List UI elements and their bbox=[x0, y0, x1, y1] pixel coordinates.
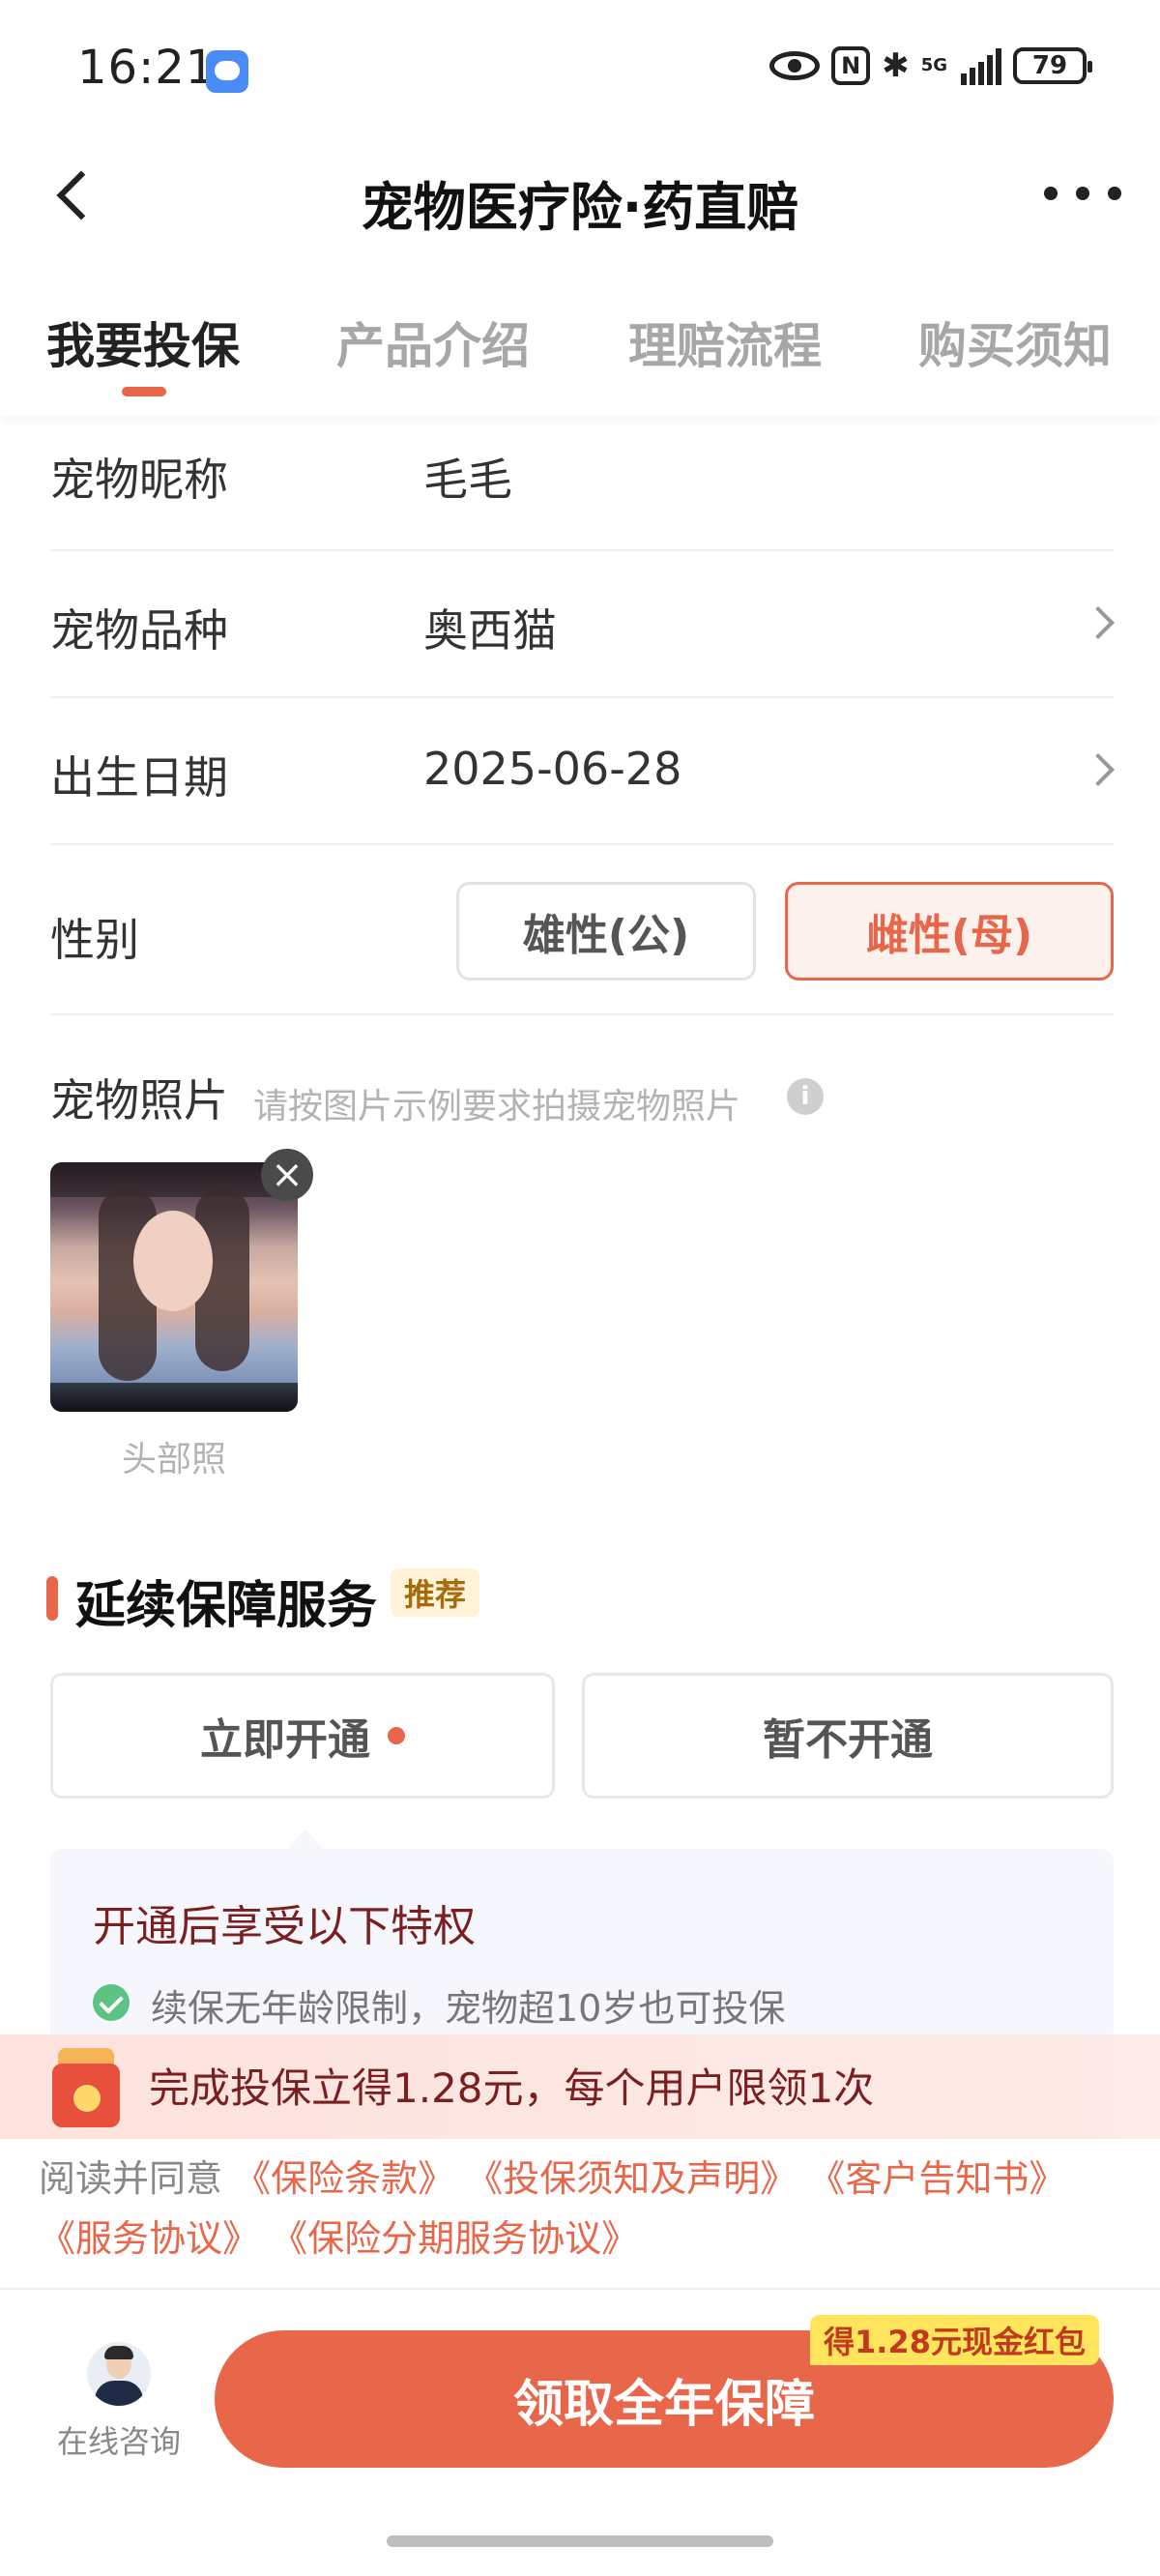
online-consult-button[interactable]: 在线咨询 bbox=[48, 2342, 189, 2460]
benefits-title: 开通后享受以下特权 bbox=[93, 1902, 476, 1951]
agreement-prefix: 阅读并同意 bbox=[39, 2157, 223, 2200]
cash-reward-badge: 得1.28元现金红包 bbox=[810, 2315, 1099, 2365]
bottom-divider bbox=[0, 2288, 1160, 2290]
more-options-button[interactable] bbox=[1044, 174, 1121, 213]
enable-renewal-button[interactable]: 立即开通 bbox=[50, 1673, 555, 1799]
reward-text: 完成投保立得1.28元，每个用户限领1次 bbox=[149, 2064, 875, 2112]
nickname-row[interactable]: 宠物昵称 毛毛 bbox=[50, 416, 1114, 551]
recommend-dot-icon bbox=[388, 1727, 405, 1744]
enable-renewal-label: 立即开通 bbox=[200, 1715, 370, 1765]
tab-product-intro[interactable]: 产品介绍 bbox=[336, 307, 530, 377]
pet-photo-thumbnail[interactable] bbox=[50, 1162, 298, 1412]
chevron-right-icon bbox=[1082, 753, 1115, 786]
bluetooth-icon: ✱ bbox=[882, 46, 910, 85]
status-time: 16:21 bbox=[77, 41, 217, 95]
link-insurance-notice[interactable]: 《投保须知及声明》 bbox=[466, 2157, 797, 2200]
chevron-right-icon bbox=[1082, 606, 1115, 639]
red-envelope-icon bbox=[44, 2042, 130, 2131]
link-service-agreement[interactable]: 《服务协议》 bbox=[39, 2217, 259, 2260]
page-title: 宠物医疗险·药直赔 bbox=[361, 177, 799, 238]
agreement-text: 阅读并同意 《保险条款》 《投保须知及声明》 《客户告知书》 《服务协议》 《保… bbox=[39, 2149, 1131, 2269]
info-icon[interactable]: i bbox=[787, 1078, 824, 1115]
message-notification-icon bbox=[206, 50, 248, 93]
breed-label: 宠物品种 bbox=[50, 604, 228, 657]
tab-insure[interactable]: 我要投保 bbox=[46, 307, 240, 377]
check-circle-icon bbox=[93, 1984, 130, 2021]
photo-caption: 头部照 bbox=[121, 1440, 226, 1479]
link-insurance-terms[interactable]: 《保险条款》 bbox=[234, 2157, 454, 2200]
gender-male-option[interactable]: 雄性(公) bbox=[456, 882, 756, 981]
recommended-badge: 推荐 bbox=[391, 1568, 480, 1617]
gender-label: 性别 bbox=[50, 914, 139, 966]
birthday-value[interactable]: 2025-06-28 bbox=[423, 743, 682, 795]
eye-icon bbox=[769, 46, 821, 85]
photo-label: 宠物照片 bbox=[50, 1074, 228, 1127]
status-icons: N ✱ 5G 79 bbox=[769, 46, 1092, 85]
gender-female-option[interactable]: 雌性(母) bbox=[785, 882, 1114, 981]
page-header: 宠物医疗险·药直赔 bbox=[0, 135, 1160, 261]
renewal-section-title: 延续保障服务 bbox=[75, 1577, 378, 1635]
battery-icon: 79 bbox=[1013, 47, 1092, 84]
tab-claim-process[interactable]: 理赔流程 bbox=[628, 307, 822, 377]
online-consult-label: 在线咨询 bbox=[56, 2423, 181, 2460]
signal-icon bbox=[961, 46, 1001, 85]
active-tab-indicator bbox=[122, 387, 166, 396]
disable-renewal-button[interactable]: 暂不开通 bbox=[582, 1673, 1114, 1799]
gender-row: 性别 雄性(公) 雌性(母) bbox=[50, 845, 1114, 1015]
nickname-value[interactable]: 毛毛 bbox=[423, 445, 512, 509]
tab-purchase-notes[interactable]: 购买须知 bbox=[918, 307, 1112, 377]
nickname-label: 宠物昵称 bbox=[50, 454, 228, 506]
status-bar: 16:21 N ✱ 5G 79 bbox=[0, 0, 1160, 135]
tab-bar: 我要投保 产品介绍 理赔流程 购买须知 bbox=[0, 263, 1160, 416]
birthday-row[interactable]: 出生日期 2025-06-28 bbox=[50, 698, 1115, 845]
benefit-pointer bbox=[286, 1830, 325, 1851]
breed-value[interactable]: 奥西猫 bbox=[423, 596, 557, 659]
remove-photo-icon[interactable]: × bbox=[261, 1149, 313, 1201]
photo-hint: 请按图片示例要求拍摄宠物照片 bbox=[253, 1087, 741, 1127]
section-accent-bar bbox=[46, 1576, 58, 1621]
home-indicator[interactable] bbox=[387, 2535, 773, 2547]
link-customer-notice[interactable]: 《客户告知书》 bbox=[808, 2157, 1065, 2200]
birthday-label: 出生日期 bbox=[50, 751, 228, 804]
benefit-item: 续保无年龄限制，宠物超10岁也可投保 bbox=[151, 1987, 786, 2030]
link-installment-agreement[interactable]: 《保险分期服务协议》 bbox=[271, 2217, 638, 2260]
nfc-icon: N bbox=[831, 46, 871, 85]
breed-row[interactable]: 宠物品种 奥西猫 bbox=[50, 551, 1115, 698]
consultant-avatar bbox=[87, 2342, 151, 2406]
network-type: 5G bbox=[920, 55, 947, 75]
